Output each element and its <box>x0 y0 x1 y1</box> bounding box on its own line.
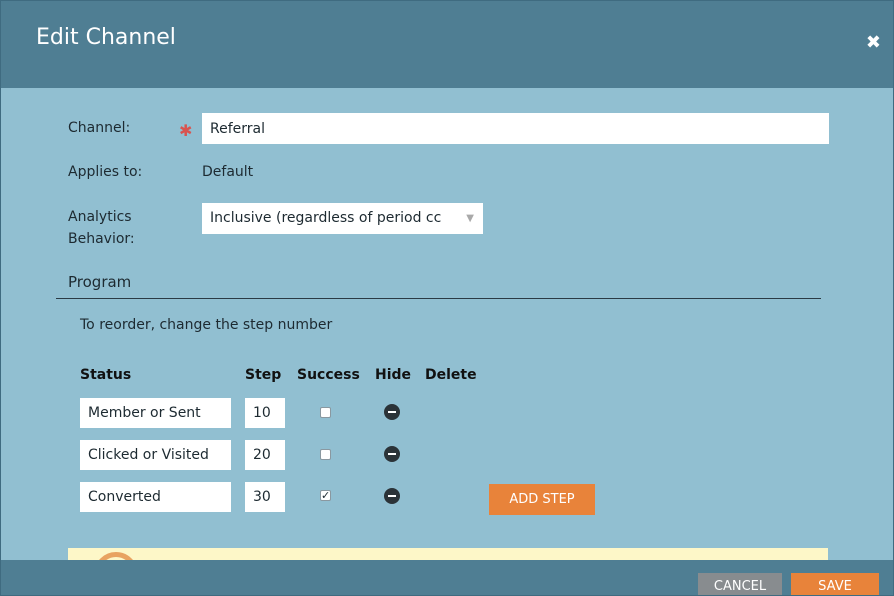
step-input[interactable] <box>245 398 285 428</box>
applies-to-value: Default <box>202 164 254 180</box>
channel-label: Channel: <box>68 120 131 136</box>
hide-column-header: Hide <box>375 367 412 383</box>
success-checkbox[interactable] <box>320 407 331 418</box>
channel-input[interactable] <box>202 113 829 144</box>
delete-column-header: Delete <box>425 367 477 383</box>
edit-channel-dialog: Edit Channel ✖ Channel: ✱ Applies to: De… <box>0 0 894 596</box>
warning-icon <box>94 552 138 560</box>
close-icon[interactable]: ✖ <box>866 34 881 52</box>
hide-minus-icon[interactable] <box>384 488 400 504</box>
success-checkbox[interactable] <box>320 449 331 460</box>
notice-banner <box>68 548 828 560</box>
required-asterisk-icon: ✱ <box>179 121 193 140</box>
hide-minus-icon[interactable] <box>384 446 400 462</box>
section-divider <box>56 298 821 299</box>
step-column-header: Step <box>245 367 282 383</box>
add-step-button[interactable]: ADD STEP <box>489 484 595 515</box>
applies-to-label: Applies to: <box>68 164 143 180</box>
status-input[interactable] <box>80 482 231 512</box>
success-column-header: Success <box>297 367 360 383</box>
status-input[interactable] <box>80 440 231 470</box>
analytics-behavior-label-line1: Analytics <box>68 209 132 225</box>
program-section-title: Program <box>68 273 132 291</box>
hide-minus-icon[interactable] <box>384 404 400 420</box>
step-input[interactable] <box>245 482 285 512</box>
dialog-title: Edit Channel <box>36 25 176 50</box>
dialog-titlebar: Edit Channel ✖ <box>1 1 893 88</box>
analytics-behavior-label-line2: Behavior: <box>68 231 135 247</box>
dropdown-arrow-icon: ▼ <box>466 213 474 224</box>
success-checkbox-checked[interactable]: ✓ <box>320 490 331 501</box>
analytics-behavior-select[interactable]: Inclusive (regardless of period cc ▼ <box>202 203 483 234</box>
status-input[interactable] <box>80 398 231 428</box>
cancel-button[interactable]: CANCEL <box>698 573 782 595</box>
analytics-behavior-value: Inclusive (regardless of period cc <box>210 210 442 226</box>
save-button[interactable]: SAVE <box>791 573 879 595</box>
reorder-hint: To reorder, change the step number <box>80 317 333 333</box>
status-column-header: Status <box>80 367 132 383</box>
step-input[interactable] <box>245 440 285 470</box>
